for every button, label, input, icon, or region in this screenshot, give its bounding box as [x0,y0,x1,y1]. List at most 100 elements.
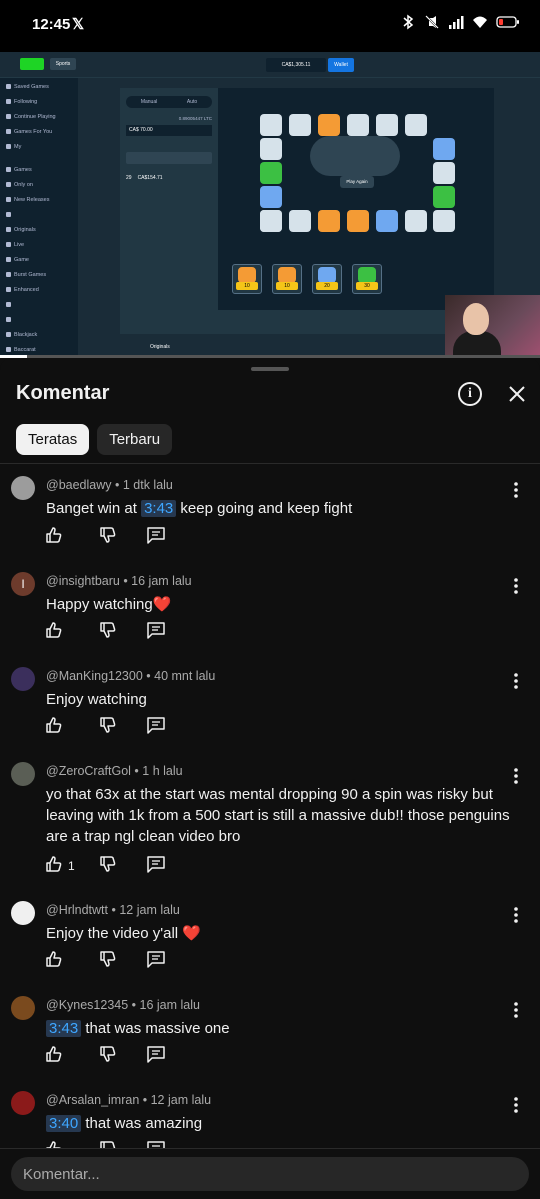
comment-author[interactable]: @Arsalan_imran [46,1093,139,1107]
comment-text-part: yo that 63x at the start was mental drop… [46,786,510,845]
comment-meta: @insightbaru • 16 jam lalu [46,574,192,588]
avatar[interactable] [11,901,35,925]
comment-input-bar [0,1148,540,1199]
like-icon[interactable] [44,854,64,879]
avatar[interactable] [11,762,35,786]
comment-time: 12 jam lalu [119,903,180,917]
x-app-icon: 𝕏 [72,16,85,33]
comment-meta: @Kynes12345 • 16 jam lalu [46,998,200,1012]
like-icon[interactable] [44,1044,64,1069]
dislike-icon[interactable] [98,854,118,879]
video-board-tile [433,186,455,208]
video-sidebar-item: Games [6,163,72,176]
more-options-icon[interactable] [506,480,526,500]
more-options-icon[interactable] [506,671,526,691]
dislike-icon[interactable] [98,1139,118,1148]
reply-icon[interactable] [146,1139,166,1148]
video-board-tile [433,210,455,232]
comment-time: 16 jam lalu [131,574,192,588]
mute-vibrate-icon [425,15,439,29]
more-options-icon[interactable] [506,1095,526,1115]
bluetooth-icon [403,14,414,30]
like-icon[interactable] [44,525,64,550]
comment-author[interactable]: @ZeroCraftGol [46,764,131,778]
comment-author[interactable]: @ManKing12300 [46,669,143,683]
comment-author[interactable]: @Kynes12345 [46,998,128,1012]
avatar[interactable] [11,667,35,691]
video-board-tile [433,138,455,160]
video-board-tile [260,210,282,232]
timestamp-link[interactable]: 3:40 [46,1115,82,1132]
like-icon[interactable] [44,620,64,645]
comment-text-part: that was amazing [81,1115,203,1132]
dislike-icon[interactable] [98,525,118,550]
close-icon[interactable] [505,382,529,406]
comment-actions [44,716,166,738]
more-options-icon[interactable] [506,905,526,925]
video-balance: CA$1,305.11 [266,58,326,72]
comment-input[interactable] [11,1157,529,1191]
video-board-tile [376,210,398,232]
status-bar: 12:45 𝕏 [0,0,540,52]
comment-list[interactable]: @baedlawy • 1 dtk lalu Banget win at 3:43… [0,464,540,1148]
video-sports-tab: Sports [50,58,76,70]
reply-icon[interactable] [146,1044,166,1069]
heart-emoji: ❤️ [182,925,201,942]
comment-item: @Hrlndtwtt • 12 jam lalu Enjoy the video … [0,889,540,984]
video-board-tile [433,162,455,184]
chip-top[interactable]: Teratas [16,424,90,455]
reply-icon[interactable] [146,620,166,645]
comment-text: Enjoy watching [46,689,520,710]
signal-icon [449,16,464,29]
video-multiplier-tile: 10 [272,264,302,294]
more-options-icon[interactable] [506,576,526,596]
chip-newest[interactable]: Terbaru [97,424,173,455]
video-board-tile [260,114,282,136]
heart-emoji: ❤️ [152,596,172,613]
dislike-icon[interactable] [98,715,118,740]
reply-icon[interactable] [146,949,166,974]
video-sidebar-item: Saved Games [6,80,72,93]
comment-author[interactable]: @Hrlndtwtt [46,903,108,917]
timestamp-link[interactable]: 3:43 [141,500,177,517]
comment-item: @ZeroCraftGol • 1 h lalu yo that 63x at t… [0,750,540,889]
avatar[interactable]: I [11,572,35,596]
video-multiplier-tile: 10 [232,264,262,294]
drag-handle[interactable] [251,367,289,371]
comment-author[interactable]: @insightbaru [46,574,120,588]
like-icon[interactable] [44,1139,64,1148]
comment-text-part: Happy watching [46,596,153,613]
reply-icon[interactable] [146,715,166,740]
video-sidebar-item: Burst Games [6,268,72,281]
reply-icon[interactable] [146,854,166,879]
more-options-icon[interactable] [506,766,526,786]
dislike-icon[interactable] [98,949,118,974]
dislike-icon[interactable] [98,620,118,645]
video-game-topbar: Sports CA$1,305.11 Wallet [0,52,540,78]
video-sidebar-item: Following [6,95,72,108]
more-options-icon[interactable] [506,1000,526,1020]
video-originals-label: Originals [150,344,170,350]
comment-text: yo that 63x at the start was mental drop… [46,784,520,847]
avatar[interactable] [11,476,35,500]
video-sidebar-item: Games For You [6,125,72,138]
avatar[interactable] [11,1091,35,1115]
comment-text-part: Enjoy the video y'all [46,925,183,942]
comment-text-part: keep going and keep fight [176,500,353,517]
like-icon[interactable] [44,715,64,740]
video-multiplier-tile: 20 [312,264,342,294]
comment-item: @Arsalan_imran • 12 jam lalu 3:40 that wa… [0,1079,540,1148]
timestamp-link[interactable]: 3:43 [46,1020,82,1037]
like-icon[interactable] [44,949,64,974]
comment-author[interactable]: @baedlawy [46,478,112,492]
avatar[interactable] [11,996,35,1020]
comment-text: Banget win at 3:43 keep going and keep f… [46,498,520,519]
info-icon[interactable]: i [458,382,482,406]
reply-icon[interactable] [146,525,166,550]
video-player[interactable]: Sports CA$1,305.11 Wallet Saved Games Fol… [0,52,540,358]
video-sidebar-item [6,313,72,326]
comment-actions [44,1045,166,1067]
dislike-icon[interactable] [98,1044,118,1069]
comment-text: 3:43 that was massive one [46,1018,520,1039]
comment-text: 3:40 that was amazing [46,1113,520,1134]
